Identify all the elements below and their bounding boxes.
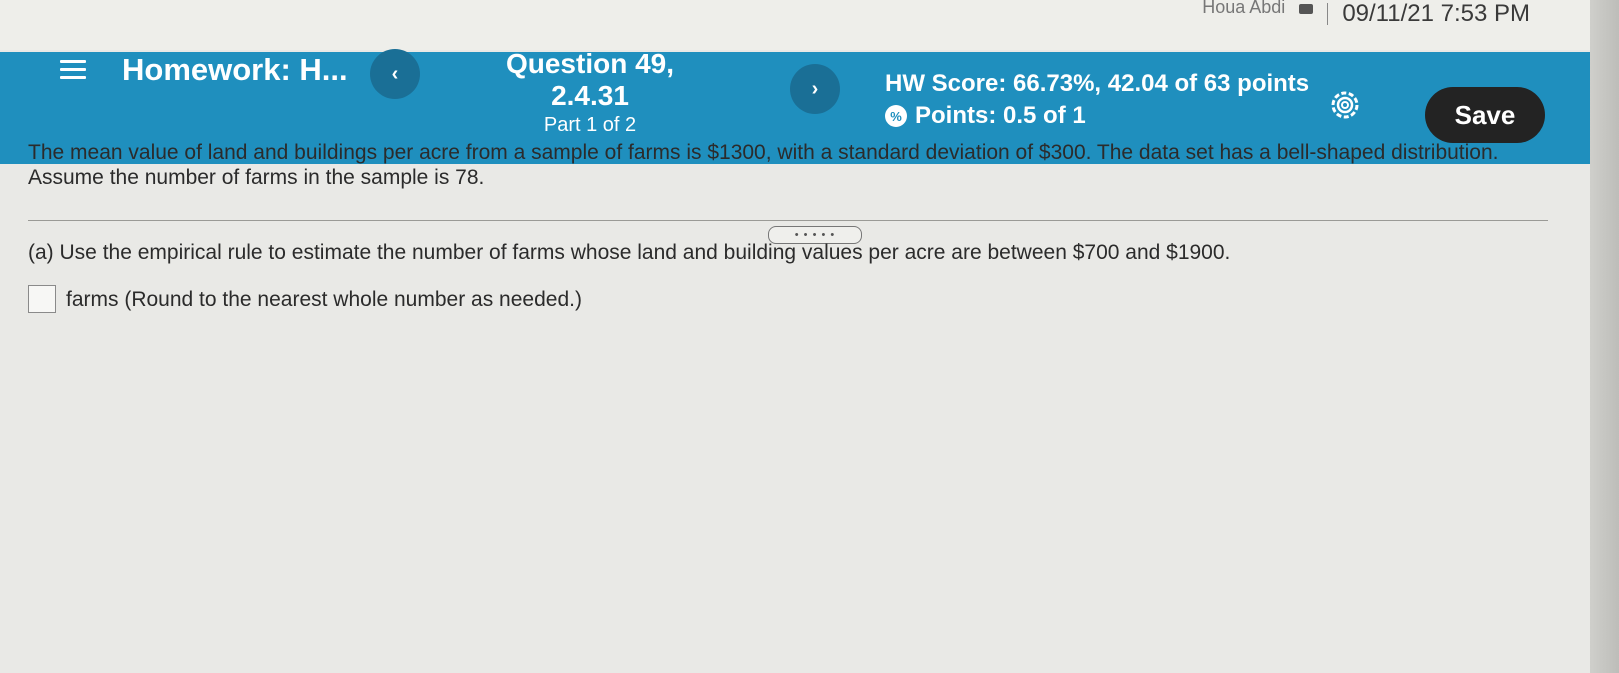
score-info: HW Score: 66.73%, 42.04 of 63 points % P… <box>885 70 1309 130</box>
problem-text-line2: Assume the number of farms in the sample… <box>28 166 485 189</box>
homework-title[interactable]: Homework: H... <box>122 52 348 88</box>
part-a-question: (a) Use the empirical rule to estimate t… <box>28 240 1548 265</box>
app-screen: Houa Abdi 09/11/21 7:53 PM Homework: H..… <box>0 0 1590 673</box>
section-divider <box>28 220 1548 221</box>
next-question-button[interactable]: › <box>790 64 840 114</box>
partial-credit-icon: % <box>885 105 907 127</box>
divider <box>1327 3 1329 25</box>
part-a-label: (a) <box>28 241 54 264</box>
question-info: Question 49, 2.4.31 Part 1 of 2 <box>470 48 710 137</box>
chevron-right-icon: › <box>811 77 819 100</box>
user-name: Houa Abdi <box>1202 0 1286 17</box>
hw-score: HW Score: 66.73%, 42.04 of 63 points <box>885 70 1310 97</box>
system-top-strip: Houa Abdi 09/11/21 7:53 PM <box>0 0 1590 50</box>
answer-suffix: farms (Round to the nearest whole number… <box>66 287 582 311</box>
lock-icon <box>1299 4 1314 14</box>
points-text: Points: 0.5 of 1 <box>915 102 1086 129</box>
answer-row: farms (Round to the nearest whole number… <box>28 285 582 313</box>
question-content: The mean value of land and buildings per… <box>28 140 1548 313</box>
question-part: Part 1 of 2 <box>543 114 637 136</box>
question-title: Question 49, 2.4.31 <box>505 48 675 111</box>
problem-statement: The mean value of land and buildings per… <box>28 140 1548 190</box>
monitor-bezel <box>1590 0 1619 673</box>
previous-question-button[interactable]: ‹ <box>370 49 420 99</box>
system-bar: Houa Abdi 09/11/21 7:53 PM <box>1202 0 1530 28</box>
save-button[interactable]: Save <box>1425 87 1545 143</box>
settings-gear-icon[interactable] <box>1328 88 1362 122</box>
part-a-text: Use the empirical rule to estimate the n… <box>59 241 1231 264</box>
chevron-left-icon: ‹ <box>391 62 399 85</box>
date-time: 09/11/21 7:53 PM <box>1342 0 1530 27</box>
problem-text-line1: The mean value of land and buildings per… <box>28 141 1499 164</box>
answer-input[interactable] <box>28 285 56 313</box>
points-row: % Points: 0.5 of 1 <box>885 102 1309 130</box>
hamburger-menu-icon[interactable] <box>60 60 86 79</box>
